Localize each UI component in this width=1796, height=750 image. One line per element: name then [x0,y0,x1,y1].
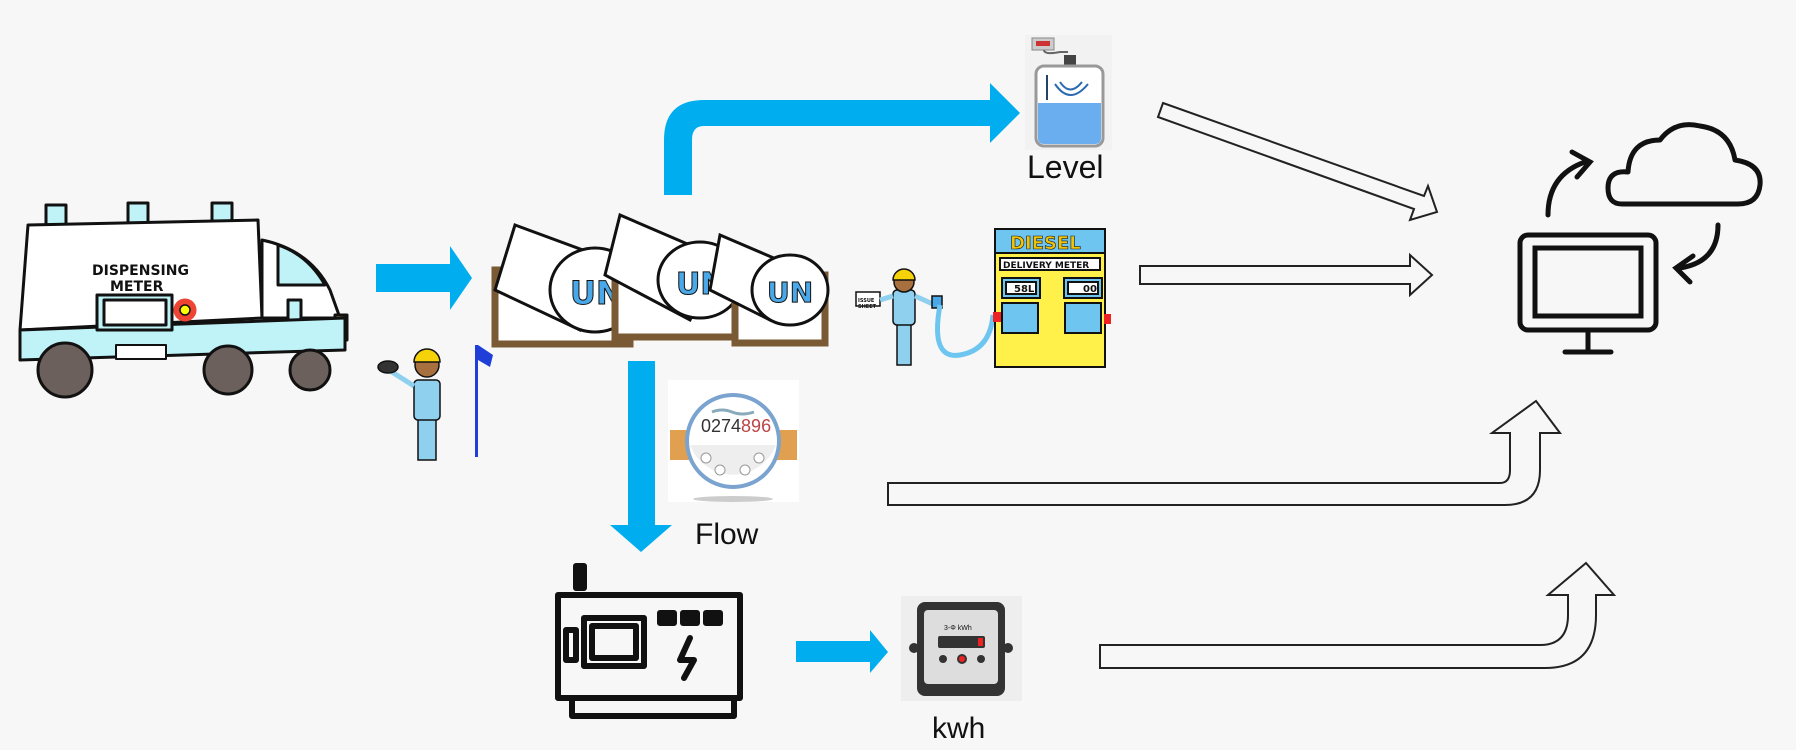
data-arrow-pump-to-monitor [1139,252,1434,298]
cloud-icon [1605,122,1763,207]
flow-arrow-truck-to-tanks [376,246,472,310]
fuel-monitoring-diagram: DISPENSING METER UN UN UN Level ISSUE SH… [0,0,1796,750]
flow-meter-digits: 0274896 [701,416,771,436]
attendant-icon [855,268,996,366]
tank-label: UN [767,276,813,309]
data-arrow-kwh-to-monitor [1099,561,1617,669]
energy-meter-icon [901,596,1022,701]
data-arrow-level-to-monitor [1156,101,1439,222]
issue-sheet-line2: SHEET [858,304,877,310]
level-sensor-icon [1025,35,1112,150]
kwh-label: kwh [932,712,985,745]
flow-arrow-tanks-to-level [664,83,1020,195]
pump-reading-left: 58L [1014,284,1035,295]
flow-arrow-tanks-to-generator [610,361,672,552]
tank-icon: UN UN UN [491,212,830,348]
truck-label-line2: METER [110,279,164,295]
sync-arrows-icon [1545,149,1721,285]
flow-arrow-generator-to-kwh [796,630,888,673]
pump-reading-right: 00 [1083,284,1097,295]
truck-label-line1: DISPENSING [92,263,189,279]
pump-title: DIESEL [1010,233,1081,254]
generator-icon [555,563,743,719]
flag-icon [475,345,493,457]
pump-meter-label: DELIVERY METER [1003,261,1089,271]
kwh-meter-caption: 3-Φ kWh [944,625,972,632]
flow-label: Flow [695,518,759,551]
level-label: Level [1027,149,1104,185]
truck-icon [18,201,349,399]
flow-meter-icon [668,380,799,502]
diagram-canvas: DISPENSING METER UN UN UN Level ISSUE SH… [18,35,1763,745]
operator-icon [377,348,441,461]
data-arrow-flow-to-monitor [887,399,1562,506]
monitor-icon [1517,232,1659,355]
